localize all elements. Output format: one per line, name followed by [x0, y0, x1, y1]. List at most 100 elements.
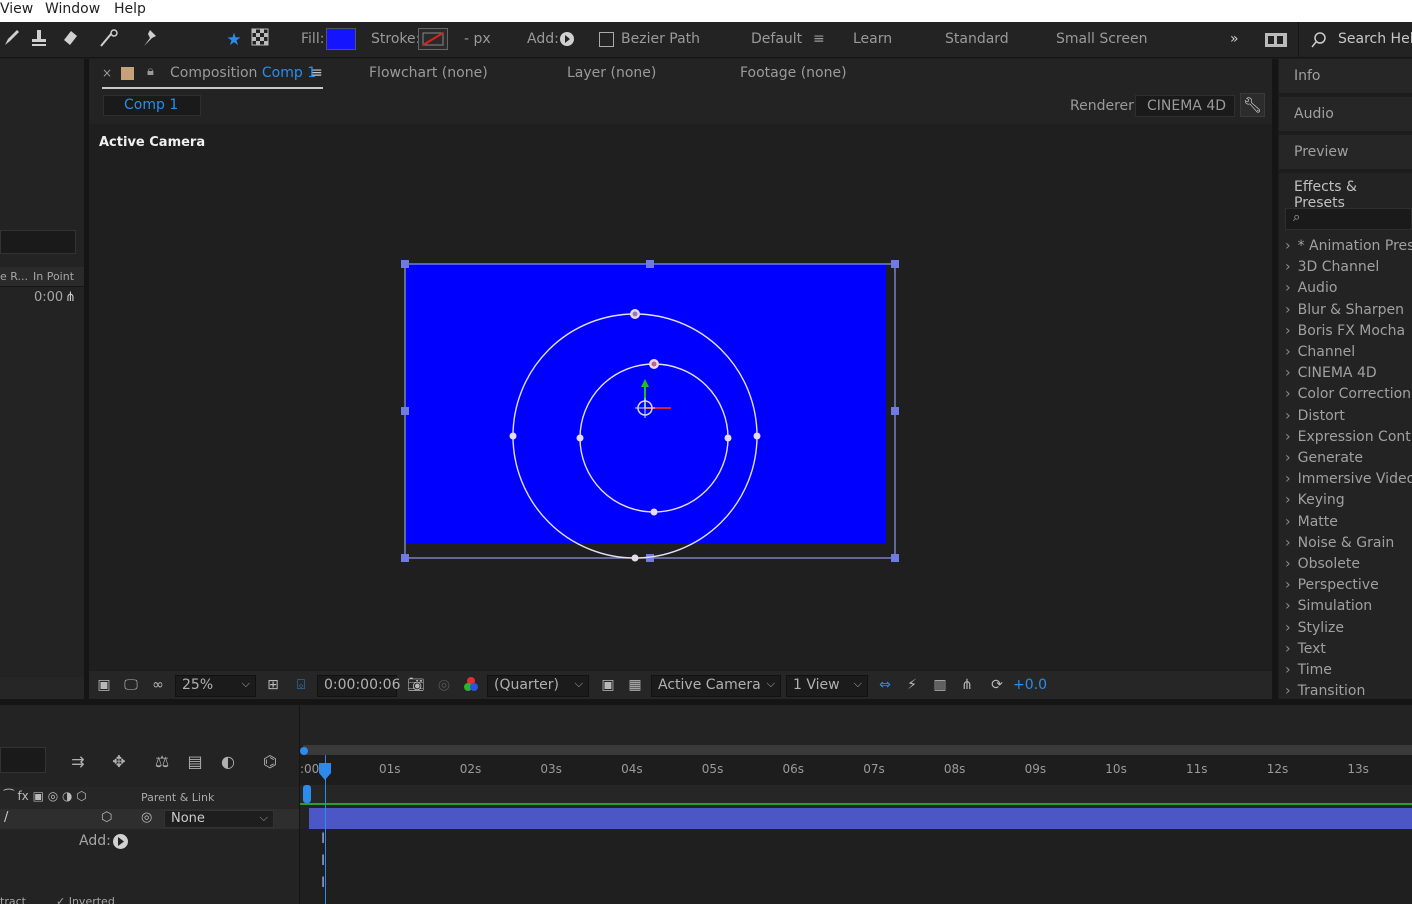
resolution-dropdown[interactable]: (Quarter) ⌵ — [487, 675, 589, 697]
always-preview-icon[interactable]: ▣ — [95, 676, 113, 694]
effects-category[interactable]: › Perspective — [1285, 577, 1379, 593]
region-of-interest-icon[interactable]: ⌺ — [292, 676, 310, 694]
stroke-width-value[interactable]: - px — [464, 31, 491, 47]
menu-help[interactable]: Help — [114, 1, 146, 17]
vr-goggles-icon[interactable]: ∞ — [149, 676, 167, 694]
fast-previews-icon[interactable]: ⚡︎ — [903, 676, 921, 694]
3d-layer-icon[interactable]: ⬡ — [101, 810, 112, 825]
audio-panel-button[interactable]: Audio — [1279, 97, 1412, 131]
effects-category[interactable]: › Stylize — [1285, 620, 1344, 636]
search-help-input[interactable]: Search Help — [1338, 31, 1412, 47]
effects-category[interactable]: › Channel — [1285, 344, 1355, 360]
effects-category[interactable]: › Generate — [1285, 450, 1363, 466]
effects-category[interactable]: › 3D Channel — [1285, 259, 1379, 275]
lock-icon[interactable]: 🔒︎ — [147, 64, 154, 79]
effects-category[interactable]: › Boris FX Mocha — [1285, 323, 1405, 339]
work-area-start-handle[interactable] — [300, 747, 308, 755]
layer-quality-icon[interactable]: / — [4, 810, 8, 825]
puppet-pin-tool-icon[interactable] — [138, 28, 162, 52]
composition-canvas[interactable] — [89, 124, 1272, 670]
fill-label[interactable]: Fill: — [301, 31, 324, 47]
effects-category[interactable]: › Blur & Sharpen — [1285, 302, 1404, 318]
stroke-label[interactable]: Stroke: — [371, 31, 420, 47]
effects-category[interactable]: › Audio — [1285, 280, 1337, 296]
effects-category[interactable]: › Simulation — [1285, 598, 1372, 614]
effects-search-input[interactable]: ⌕ — [1285, 208, 1412, 230]
tab-menu-icon[interactable]: ≡ — [311, 65, 323, 81]
show-snapshot-icon[interactable]: ◎ — [435, 676, 453, 694]
layer-duration-bar[interactable] — [309, 808, 1412, 829]
work-area-bar[interactable] — [303, 745, 1412, 755]
project-search-input[interactable] — [0, 230, 76, 254]
comp-navigator-chip[interactable]: Comp 1 — [103, 95, 201, 116]
target-region-icon[interactable]: ▣ — [599, 676, 617, 694]
effects-category[interactable]: › Color Correction — [1285, 386, 1411, 402]
tab-footage[interactable]: Footage (none) — [740, 65, 847, 81]
checkerboard-icon[interactable] — [248, 28, 272, 52]
effects-category[interactable]: › Noise & Grain — [1285, 535, 1394, 551]
shy-layers-icon[interactable]: ⚖︎ — [151, 751, 173, 773]
column-stretch[interactable]: e R... — [0, 270, 28, 283]
add-menu-icon[interactable] — [560, 32, 574, 46]
close-tab-icon[interactable]: × — [102, 66, 112, 80]
playhead-icon[interactable] — [318, 763, 332, 781]
effects-category[interactable]: › Distort — [1285, 408, 1345, 424]
search-icon[interactable] — [1310, 31, 1328, 49]
transparency-grid-icon[interactable]: ▦ — [626, 676, 644, 694]
tab-layer[interactable]: Layer (none) — [567, 65, 656, 81]
composition-viewer[interactable]: Active Camera — [89, 124, 1272, 670]
draft-3d-icon[interactable]: ✥ — [108, 751, 130, 773]
channels-rgb-icon[interactable] — [462, 676, 480, 694]
workspace-standard[interactable]: Standard — [945, 31, 1009, 47]
reset-exposure-icon[interactable]: ⟳ — [988, 676, 1006, 694]
graph-editor-icon[interactable]: ⌬ — [259, 751, 281, 773]
workspace-menu-icon[interactable]: ≡ — [813, 31, 825, 47]
more-workspaces-icon[interactable]: » — [1230, 31, 1239, 47]
effects-category[interactable]: › Keying — [1285, 492, 1345, 508]
view-layout-dropdown[interactable]: 1 View ⌵ — [786, 675, 868, 697]
camera-view-dropdown[interactable]: Active Camera ⌵ — [651, 675, 781, 697]
brush-tool-icon[interactable] — [0, 28, 24, 52]
menu-window[interactable]: Window — [45, 1, 100, 17]
in-marker[interactable] — [303, 785, 311, 803]
sync-settings-icon[interactable] — [1264, 31, 1288, 49]
layer-row[interactable]: / ⬡ ◎ None ⌵ — [0, 809, 300, 829]
effects-category[interactable]: › CINEMA 4D — [1285, 365, 1377, 381]
timeline-search-input[interactable] — [0, 747, 46, 773]
frame-blending-icon[interactable]: ▤ — [184, 751, 206, 773]
flowchart-icon[interactable]: ⋔ — [958, 676, 976, 694]
current-time-field[interactable]: 0:00:00:06 — [317, 675, 401, 697]
workspace-small-screen[interactable]: Small Screen — [1056, 31, 1147, 47]
parent-dropdown[interactable]: None ⌵ — [164, 810, 274, 828]
wrench-icon[interactable]: 🔧︎ — [1240, 93, 1265, 117]
info-panel-button[interactable]: Info — [1279, 59, 1412, 93]
tab-flowchart[interactable]: Flowchart (none) — [369, 65, 488, 81]
bezier-path-checkbox[interactable] — [599, 32, 614, 47]
effects-category[interactable]: › Expression Contro — [1285, 429, 1412, 445]
composition-mini-flowchart-icon[interactable]: ⇉ — [67, 751, 89, 773]
renderer-dropdown[interactable]: CINEMA 4D — [1135, 95, 1235, 117]
inverted-label[interactable]: ✓ Inverted — [56, 895, 115, 904]
menu-view[interactable]: View — [0, 1, 33, 17]
workspace-default[interactable]: Default — [751, 31, 802, 47]
effects-category[interactable]: › * Animation Prese — [1285, 238, 1412, 254]
snapshot-camera-icon[interactable]: 📷︎ — [407, 676, 425, 694]
workspace-learn[interactable]: Learn — [853, 31, 892, 47]
fill-color-swatch[interactable] — [326, 28, 356, 50]
effects-category[interactable]: › Time — [1285, 662, 1332, 678]
column-in-point[interactable]: In Point — [33, 270, 74, 283]
clone-stamp-tool-icon[interactable] — [27, 28, 51, 52]
monitor-icon[interactable]: 🖵︎ — [122, 676, 140, 694]
effects-category[interactable]: › Immersive Video — [1285, 471, 1412, 487]
exposure-value[interactable]: +0.0 — [1013, 677, 1047, 693]
effects-category[interactable]: › Transition — [1285, 683, 1365, 699]
star-shape-icon[interactable]: ★ — [222, 28, 246, 52]
fit-frame-icon[interactable]: ⊞ — [264, 676, 282, 694]
timeline-add-icon[interactable] — [113, 834, 128, 849]
pick-whip-icon[interactable]: ◎ — [141, 810, 152, 825]
effects-category[interactable]: › Obsolete — [1285, 556, 1360, 572]
tab-composition[interactable]: Composition Comp 1 — [170, 65, 316, 81]
toggle-pixel-aspect-icon[interactable]: ⇔ — [876, 676, 894, 694]
preview-panel-button[interactable]: Preview — [1279, 135, 1412, 169]
switches-icons[interactable]: ⁀ fx ▣ ◎ ◑ ⬡ — [4, 789, 87, 803]
